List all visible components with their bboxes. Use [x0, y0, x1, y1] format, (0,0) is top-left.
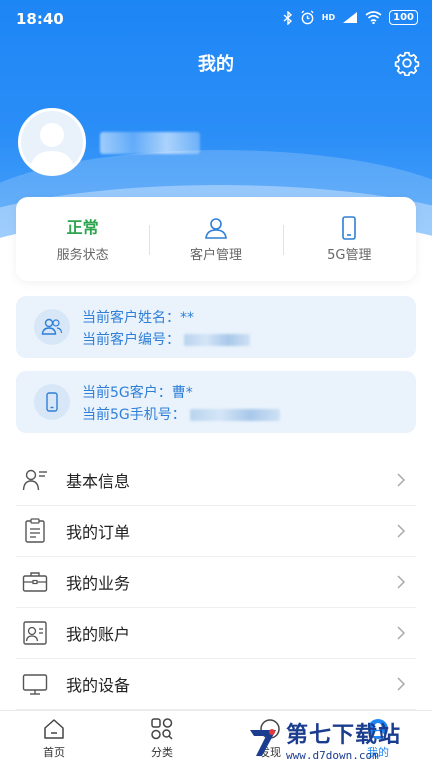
menu-item-basic-info[interactable]: 基本信息 — [16, 455, 416, 506]
watermark-logo-icon — [250, 729, 276, 756]
monitor-icon — [22, 674, 48, 695]
5g-customer-label: 当前5G客户： — [82, 385, 172, 401]
5g-management-label: 5G管理 — [327, 247, 372, 263]
service-status: 正常 服务状态 — [16, 197, 149, 281]
menu-item-my-orders[interactable]: 我的订单 — [16, 506, 416, 557]
status-icons: HD 100 — [283, 10, 418, 25]
menu-label: 我的订单 — [66, 523, 131, 542]
watermark-name: 第七下载站 — [286, 722, 402, 748]
page-title: 我的 — [198, 54, 234, 75]
nav-label: 分类 — [151, 746, 173, 759]
5g-phone-masked — [189, 409, 280, 421]
5g-phone-label: 当前5G手机号： — [82, 407, 186, 423]
nav-label: 首页 — [43, 746, 65, 759]
customer-number-label: 当前客户编号： — [82, 332, 180, 348]
customers-icon — [205, 217, 227, 239]
category-icon — [151, 718, 173, 740]
customer-number-masked — [184, 334, 250, 346]
phone-icon — [342, 215, 357, 240]
masked-phone-number — [100, 132, 200, 154]
customer-group-icon — [34, 309, 70, 345]
status-time: 18:40 — [16, 10, 64, 28]
alarm-icon — [301, 10, 314, 25]
menu-item-my-business[interactable]: 我的业务 — [16, 557, 416, 608]
watermark: 第七下载站 www.d7down.com — [246, 716, 432, 768]
mobile-device-icon — [34, 384, 70, 420]
status-bar: 18:40 HD 100 — [0, 0, 432, 38]
chevron-right-icon — [397, 626, 406, 640]
battery-icon: 100 — [389, 10, 418, 25]
chevron-right-icon — [397, 473, 406, 487]
nav-tab-home[interactable]: 首页 — [0, 711, 108, 768]
briefcase-icon — [22, 572, 48, 592]
5g-customer-value: 曹* — [171, 385, 193, 401]
clipboard-icon — [25, 518, 45, 543]
watermark-text: 第七下载站 www.d7down.com — [286, 723, 401, 762]
id-card-icon — [23, 621, 47, 645]
menu-label: 我的设备 — [66, 676, 131, 695]
chevron-right-icon — [397, 575, 406, 589]
menu-label: 我的业务 — [66, 574, 131, 593]
5g-phone-row: 当前5G手机号： — [82, 404, 280, 424]
bluetooth-icon — [283, 10, 292, 25]
service-status-label: 服务状态 — [56, 247, 109, 263]
service-stats-card: 正常 服务状态 客户管理 5G管理 — [16, 197, 416, 281]
user-info-icon — [22, 469, 47, 491]
customer-management-label: 客户管理 — [189, 247, 242, 263]
menu-label: 基本信息 — [66, 472, 131, 491]
menu-item-my-account[interactable]: 我的账户 — [16, 608, 416, 659]
network-type-icon: HD — [321, 13, 336, 22]
home-icon — [44, 719, 64, 739]
current-5g-card[interactable]: 当前5G客户：曹* 当前5G手机号： — [16, 371, 416, 433]
customer-number-row: 当前客户编号： — [82, 329, 250, 349]
menu-item-my-devices[interactable]: 我的设备 — [16, 659, 416, 710]
default-avatar-icon — [29, 123, 75, 173]
nav-tab-category[interactable]: 分类 — [108, 711, 216, 768]
service-status-value: 正常 — [66, 217, 99, 237]
menu-list: 基本信息 我的订单 我的业务 我的账户 我的设备 — [16, 455, 416, 710]
watermark-url: www.d7down.com — [286, 748, 379, 762]
5g-customer-row: 当前5G客户：曹* — [82, 382, 193, 402]
avatar[interactable] — [18, 108, 86, 176]
settings-gear-icon[interactable] — [394, 50, 420, 76]
customer-name-row: 当前客户姓名：** — [82, 307, 194, 327]
wifi-icon — [365, 11, 382, 24]
chevron-right-icon — [397, 524, 406, 538]
5g-management-button[interactable]: 5G管理 — [282, 197, 416, 281]
signal-icon — [343, 12, 358, 23]
customer-name-label: 当前客户姓名： — [82, 310, 180, 326]
customer-management-button[interactable]: 客户管理 — [149, 197, 282, 281]
current-customer-card[interactable]: 当前客户姓名：** 当前客户编号： — [16, 296, 416, 358]
customer-name-value: ** — [180, 310, 194, 326]
chevron-right-icon — [397, 677, 406, 691]
menu-label: 我的账户 — [66, 625, 131, 644]
